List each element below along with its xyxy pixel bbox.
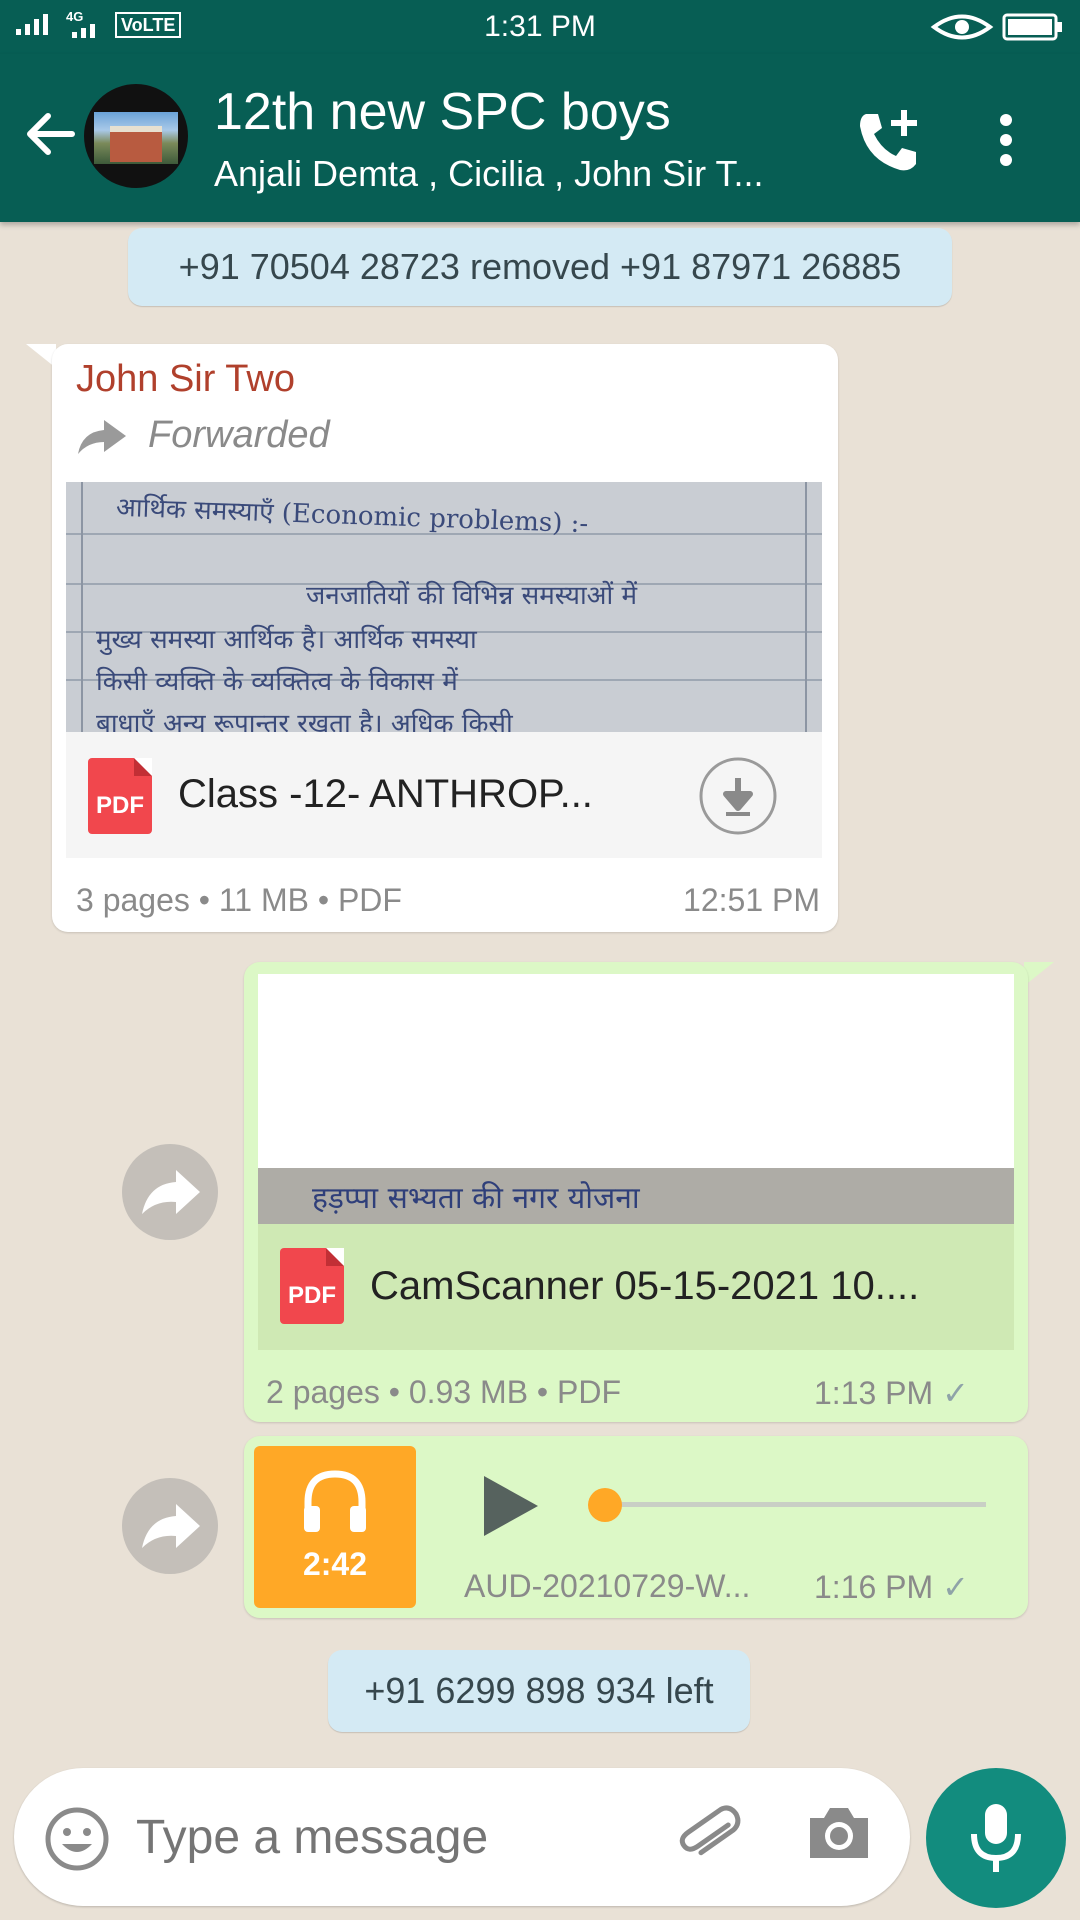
audio-duration: 2:42: [302, 1546, 368, 1582]
group-members-subtitle[interactable]: Anjali Demta , Cicilia , John Sir T...: [214, 152, 764, 196]
message-input-bar: [14, 1768, 910, 1906]
system-message-left: +91 6299 898 934 left: [328, 1650, 750, 1732]
message-time-wrap: 1:16 PM ✓: [814, 1568, 969, 1606]
forwarded-icon: [78, 420, 126, 454]
status-time: 1:31 PM: [484, 10, 596, 43]
pdf-icon: PDF: [280, 1248, 344, 1324]
document-row[interactable]: PDF Class -12- ANTHROP...: [66, 732, 822, 858]
sent-check-icon: ✓: [942, 1375, 969, 1411]
file-meta: 2 pages • 0.93 MB • PDF: [266, 1374, 622, 1410]
mic-button[interactable]: [926, 1768, 1066, 1908]
file-meta: 3 pages • 11 MB • PDF: [76, 882, 402, 918]
camera-icon[interactable]: [804, 1802, 874, 1864]
group-avatar[interactable]: [84, 84, 188, 188]
audio-thumb: 2:42: [254, 1446, 416, 1608]
handwriting-line: किसी व्यक्ति के व्यक्तित्व के विकास में: [96, 667, 458, 697]
sent-check-icon: ✓: [942, 1569, 969, 1605]
group-title[interactable]: 12th new SPC boys: [214, 82, 671, 142]
handwriting-line: जनजातियों की विभिन्न समस्याओं में: [306, 581, 638, 611]
back-arrow-icon[interactable]: [22, 106, 78, 162]
message-time: 1:16 PM: [814, 1569, 934, 1605]
emoji-icon[interactable]: [44, 1806, 110, 1872]
file-name[interactable]: CamScanner 05-15-2021 10....: [370, 1264, 919, 1309]
file-name[interactable]: Class -12- ANTHROP...: [178, 772, 593, 817]
mic-icon: [971, 1804, 1021, 1872]
document-preview[interactable]: आर्थिक समस्याएँ (Economic problems) :- ज…: [66, 482, 822, 732]
forwarded-label: Forwarded: [148, 414, 330, 456]
headphones-icon: [304, 1470, 366, 1532]
sender-name[interactable]: John Sir Two: [76, 358, 295, 401]
pdf-icon: PDF: [88, 758, 152, 834]
message-bubble-audio[interactable]: 2:42 AUD-20210729-W... 1:16 PM ✓: [244, 1436, 1028, 1618]
message-time: 1:13 PM: [814, 1375, 934, 1411]
message-input[interactable]: [134, 1798, 538, 1876]
message-bubble-outgoing[interactable]: हड़प्पा सभ्यता की नगर योजना PDF CamScann…: [244, 962, 1028, 1422]
audio-progress-knob[interactable]: [588, 1488, 622, 1522]
attach-icon[interactable]: [674, 1800, 746, 1872]
system-message-removed: +91 70504 28723 removed +91 87971 26885: [128, 228, 952, 306]
download-icon[interactable]: [698, 756, 778, 836]
bubble-tail-out: [1024, 962, 1054, 986]
play-icon[interactable]: [480, 1472, 540, 1540]
audio-file-name: AUD-20210729-W...: [464, 1568, 751, 1604]
forward-button[interactable]: [122, 1478, 218, 1574]
battery-icon: [1002, 13, 1062, 41]
status-bar: 4G VoLTE 1:31 PM: [0, 0, 1080, 54]
eye-icon: [930, 14, 994, 40]
message-time-wrap: 1:13 PM ✓: [814, 1374, 969, 1412]
message-time: 12:51 PM: [683, 882, 820, 918]
audio-progress-track[interactable]: [592, 1502, 986, 1507]
document-preview-strip[interactable]: हड़प्पा सभ्यता की नगर योजना: [258, 1168, 1014, 1224]
more-vert-icon[interactable]: [994, 112, 1018, 168]
handwriting-line: हड़प्पा सभ्यता की नगर योजना: [312, 1181, 640, 1216]
document-preview-blank[interactable]: [258, 974, 1014, 1170]
document-row[interactable]: PDF CamScanner 05-15-2021 10....: [258, 1224, 1014, 1350]
forward-button[interactable]: [122, 1144, 218, 1240]
chat-header: 12th new SPC boys Anjali Demta , Cicilia…: [0, 54, 1080, 222]
handwriting-line: मुख्य समस्या आर्थिक है। आर्थिक समस्या: [96, 625, 477, 655]
add-call-icon[interactable]: [852, 106, 924, 178]
handwriting-line: बाधाएँ अन्य रूपान्तर रखता है। अधिक किसी: [96, 709, 513, 732]
message-bubble-incoming[interactable]: John Sir Two Forwarded आर्थिक समस्याएँ (…: [52, 344, 838, 932]
